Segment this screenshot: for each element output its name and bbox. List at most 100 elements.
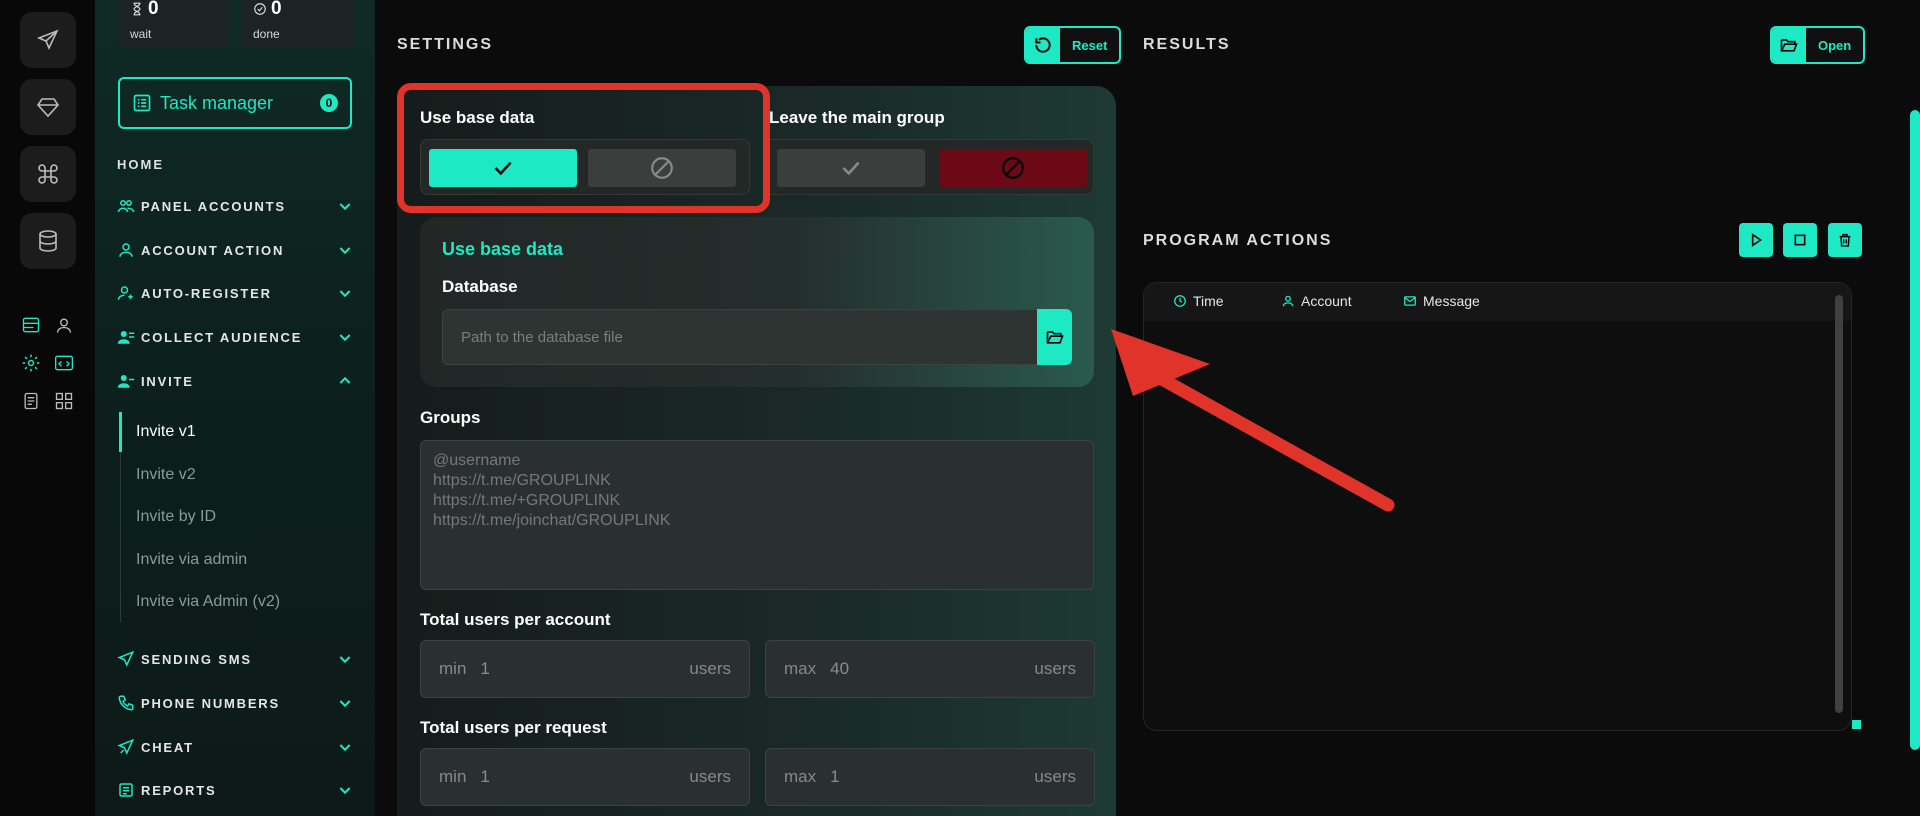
chevron-down-icon — [339, 656, 351, 664]
open-results-button[interactable]: Open — [1770, 26, 1866, 64]
task-manager-label: Task manager — [160, 92, 274, 113]
users-per-request-min[interactable]: min 1 users — [420, 748, 750, 806]
groups-textarea[interactable]: @username https://t.me/GROUPLINK https:/… — [420, 440, 1094, 590]
invite-submenu: Invite v1 Invite v2 Invite by ID Invite … — [119, 410, 349, 622]
open-label: Open — [1818, 37, 1852, 53]
wait-label: wait — [130, 27, 152, 41]
users-per-account-max[interactable]: max 40 users — [765, 640, 1095, 698]
chevron-down-icon — [339, 744, 351, 752]
nav-label: SENDING SMS — [141, 651, 252, 667]
rail-diamond-button[interactable] — [20, 79, 76, 135]
ban-icon — [651, 157, 673, 179]
database-icon — [39, 230, 57, 252]
clear-log-button[interactable] — [1828, 223, 1862, 257]
sub-invite-v1[interactable]: Invite v1 — [136, 423, 196, 441]
reset-button[interactable]: Reset — [1024, 26, 1122, 64]
nav-phone-numbers[interactable]: PHONE NUMBERS — [117, 691, 353, 715]
hourglass-icon — [133, 2, 141, 16]
col-message[interactable]: Message — [1403, 293, 1480, 309]
users-per-account-label: Total users per account — [420, 610, 611, 629]
submenu-line — [120, 452, 121, 622]
nav-label: REPORTS — [141, 782, 217, 798]
chevron-down-icon — [339, 787, 351, 795]
page-scrollbar[interactable] — [1910, 110, 1920, 750]
user-invite-icon — [117, 375, 135, 388]
active-indicator — [119, 412, 122, 452]
leave-main-group-toggle — [764, 139, 1094, 195]
log-scrollbar[interactable] — [1835, 295, 1843, 713]
play-icon — [1751, 233, 1763, 247]
chevron-down-icon — [339, 247, 351, 255]
nav-label: PANEL ACCOUNTS — [141, 198, 286, 214]
nav-label: CHEAT — [141, 739, 194, 755]
rail-database-button[interactable] — [20, 213, 76, 269]
stop-button[interactable] — [1783, 223, 1817, 257]
unit-suffix: users — [689, 767, 731, 786]
stat-done: 0 done — [241, 0, 353, 48]
use-base-data-toggle — [420, 139, 750, 195]
reset-icon — [1035, 37, 1051, 53]
min-prefix: min — [439, 767, 467, 786]
send-icon — [117, 650, 135, 667]
command-icon — [38, 164, 58, 184]
document-icon — [24, 392, 38, 410]
col-time[interactable]: Time — [1173, 293, 1224, 309]
sub-invite-by-id[interactable]: Invite by ID — [136, 508, 216, 526]
wait-count: 0 — [148, 0, 159, 19]
users-per-account-min[interactable]: min 1 users — [420, 640, 750, 698]
folder-open-icon — [1780, 39, 1798, 52]
play-button[interactable] — [1739, 223, 1773, 257]
log-header: Time Account Message — [1144, 283, 1851, 321]
nav-home[interactable]: HOME — [117, 157, 164, 172]
nav-invite[interactable]: INVITE — [117, 369, 353, 393]
icon-rail — [0, 0, 95, 816]
log-resize-handle[interactable] — [1852, 720, 1861, 729]
rail-mini-gear-button[interactable] — [20, 352, 42, 374]
nav-reports[interactable]: REPORTS — [117, 778, 353, 802]
folder-open-icon — [1046, 331, 1064, 344]
col-time-label: Time — [1193, 293, 1224, 309]
database-path-input[interactable] — [442, 309, 1038, 365]
rail-command-button[interactable] — [20, 146, 76, 202]
nav-panel-accounts[interactable]: PANEL ACCOUNTS — [117, 194, 353, 218]
ban-icon — [1002, 157, 1024, 179]
program-log-panel: Time Account Message — [1143, 282, 1852, 731]
rail-mini-grid-button[interactable] — [53, 390, 75, 412]
nav-sending-sms[interactable]: SENDING SMS — [117, 647, 353, 671]
rail-send-button[interactable] — [20, 12, 76, 68]
user-icon — [1282, 295, 1294, 307]
chevron-down-icon — [339, 290, 351, 298]
col-message-label: Message — [1423, 293, 1480, 309]
stop-icon — [1794, 234, 1806, 246]
check-icon — [494, 161, 512, 176]
nav-collect-audience[interactable]: COLLECT AUDIENCE — [117, 325, 353, 349]
nav-cheat[interactable]: CHEAT — [117, 735, 353, 759]
sub-invite-via-admin-v2[interactable]: Invite via Admin (v2) — [136, 593, 280, 611]
nav-account-action[interactable]: ACCOUNT ACTION — [117, 238, 353, 262]
nav-auto-register[interactable]: AUTO-REGISTER — [117, 281, 353, 305]
users-per-request-max[interactable]: max 1 users — [765, 748, 1095, 806]
report-icon — [119, 783, 133, 797]
browse-database-button[interactable] — [1037, 309, 1072, 365]
task-manager-button[interactable]: Task manager 0 — [118, 77, 352, 129]
rail-mini-list-button[interactable] — [20, 314, 42, 336]
done-count: 0 — [271, 0, 282, 19]
task-manager-badge: 0 — [320, 94, 338, 112]
min-value: 1 — [480, 659, 490, 678]
rail-mini-user-button[interactable] — [53, 314, 75, 336]
leave-main-group-yes[interactable] — [777, 149, 925, 187]
sidebar: 0 wait 0 done Task manager 0 HOME PANEL … — [95, 0, 375, 816]
sub-invite-v2[interactable]: Invite v2 — [136, 466, 196, 484]
use-base-data-no[interactable] — [588, 149, 736, 187]
nav-label: COLLECT AUDIENCE — [141, 329, 303, 345]
rail-mini-doc-button[interactable] — [20, 390, 42, 412]
unit-suffix: users — [1034, 659, 1076, 678]
unit-suffix: users — [689, 659, 731, 678]
col-account[interactable]: Account — [1281, 293, 1352, 309]
user-plus-icon — [117, 286, 133, 300]
user-icon — [119, 243, 133, 257]
use-base-data-yes[interactable] — [429, 149, 577, 187]
rail-mini-code-button[interactable] — [53, 352, 75, 374]
sub-invite-via-admin[interactable]: Invite via admin — [136, 551, 247, 569]
leave-main-group-no[interactable] — [939, 149, 1087, 187]
